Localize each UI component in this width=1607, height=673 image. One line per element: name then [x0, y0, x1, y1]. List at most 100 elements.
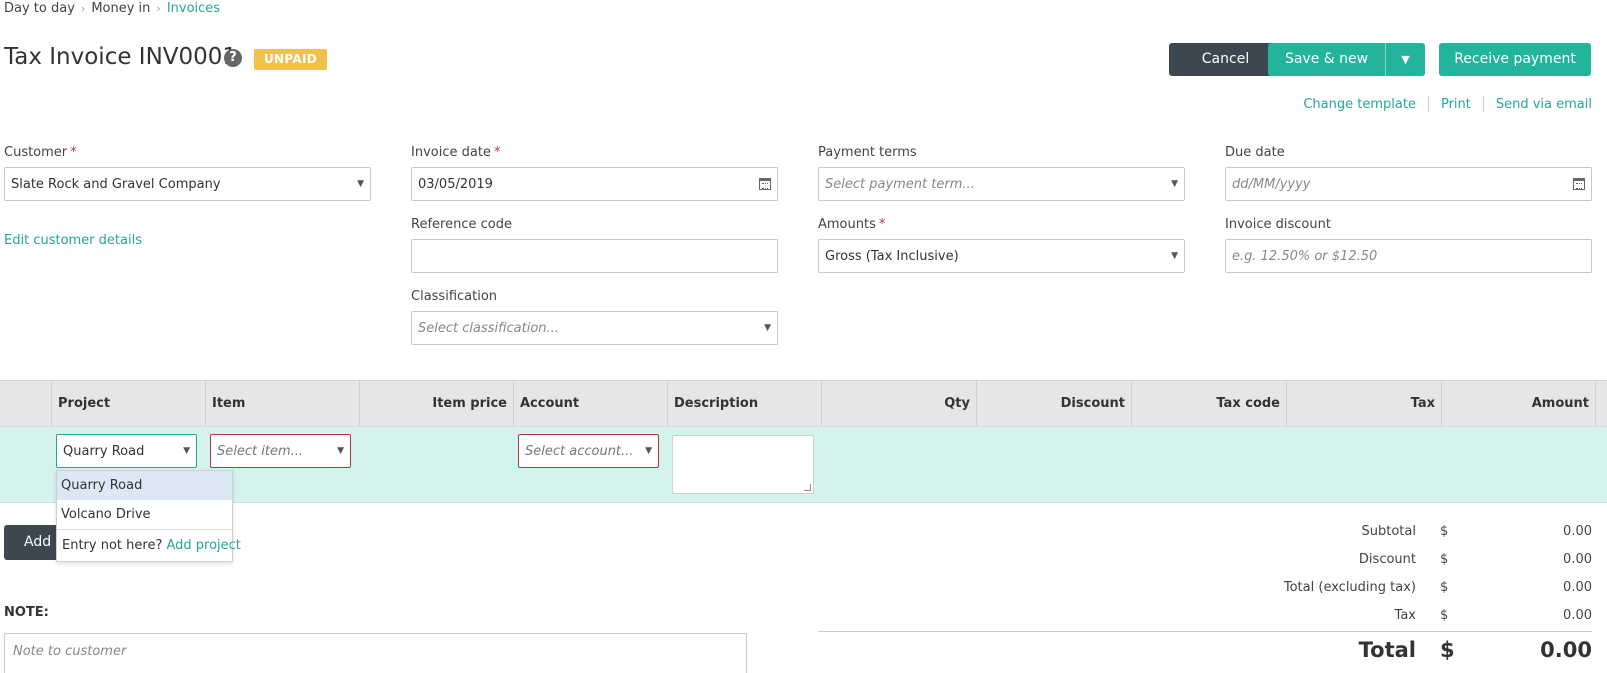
amounts-label: Amounts * — [818, 217, 886, 232]
col-tax-code: Tax code — [1131, 381, 1286, 426]
save-new-button[interactable]: Save & new — [1268, 43, 1385, 76]
item-select[interactable]: Select item... ▼ — [210, 434, 351, 468]
invoice-discount-placeholder: e.g. 12.50% or $12.50 — [1232, 248, 1378, 264]
grand-total-row: Total $ 0.00 — [842, 638, 1592, 662]
calendar-icon[interactable] — [759, 178, 771, 190]
item-placeholder: Select item... — [217, 443, 304, 459]
col-tax: Tax — [1286, 381, 1441, 426]
note-textarea[interactable]: Note to customer — [4, 633, 747, 673]
payment-terms-placeholder: Select payment term... — [825, 176, 975, 192]
total-excl-tax-value: 0.00 — [1563, 580, 1592, 595]
col-item-price: Item price — [359, 381, 513, 426]
col-discount: Discount — [976, 381, 1131, 426]
header-links: Change template Print Send via email — [1291, 96, 1592, 112]
note-placeholder: Note to customer — [13, 644, 127, 659]
amounts-select[interactable]: Gross (Tax Inclusive) ▼ — [818, 239, 1185, 273]
breadcrumb-day-to-day[interactable]: Day to day — [4, 1, 75, 16]
currency-symbol: $ — [1440, 552, 1449, 567]
note-label: NOTE: — [4, 605, 49, 620]
currency-symbol: $ — [1440, 638, 1455, 662]
breadcrumb-invoices[interactable]: Invoices — [167, 1, 220, 16]
col-item: Item — [205, 381, 359, 426]
tax-value: 0.00 — [1563, 608, 1592, 623]
total-excl-tax-row: Total (excluding tax) $ 0.00 — [842, 580, 1592, 595]
col-account: Account — [513, 381, 667, 426]
dropdown-footer: Entry not here? Add project — [57, 529, 241, 561]
discount-value: 0.00 — [1563, 552, 1592, 567]
status-badge: UNPAID — [254, 49, 327, 70]
total-label: Total — [1358, 638, 1416, 662]
caret-down-icon: ▼ — [645, 446, 652, 456]
breadcrumb-money-in[interactable]: Money in — [91, 1, 150, 16]
classification-placeholder: Select classification... — [418, 320, 559, 336]
calendar-icon[interactable] — [1573, 178, 1585, 190]
entry-not-here-text: Entry not here? — [62, 538, 163, 553]
tax-label: Tax — [1394, 608, 1416, 623]
help-icon[interactable]: ? — [224, 49, 242, 67]
dropdown-option-volcano-drive[interactable]: Volcano Drive — [57, 500, 232, 529]
col-amount: Amount — [1441, 381, 1596, 426]
receive-payment-button[interactable]: Receive payment — [1439, 43, 1591, 76]
chevron-right-icon: › — [80, 2, 86, 15]
subtotal-label: Subtotal — [1361, 524, 1416, 539]
print-link[interactable]: Print — [1429, 97, 1483, 112]
total-excl-tax-label: Total (excluding tax) — [1283, 580, 1416, 595]
chevron-right-icon: › — [156, 2, 161, 15]
customer-value: Slate Rock and Gravel Company — [11, 176, 221, 192]
invoice-date-input[interactable]: 03/05/2019 — [411, 167, 778, 201]
caret-down-icon: ▼ — [1171, 251, 1178, 261]
subtotal-row: Subtotal $ 0.00 — [842, 524, 1592, 539]
line-items-header: Project Item Item price Account Descript… — [0, 380, 1607, 427]
tax-row: Tax $ 0.00 — [842, 608, 1592, 623]
due-date-placeholder: dd/MM/yyyy — [1232, 176, 1311, 192]
discount-label: Discount — [1358, 552, 1416, 567]
save-new-group: Save & new ▼ — [1268, 43, 1425, 76]
caret-down-icon: ▼ — [1401, 53, 1410, 66]
discount-row: Discount $ 0.00 — [842, 552, 1592, 567]
payment-terms-label: Payment terms — [818, 145, 917, 160]
caret-down-icon: ▼ — [764, 323, 771, 333]
customer-label: Customer * — [4, 145, 77, 160]
caret-down-icon: ▼ — [337, 446, 344, 456]
invoice-discount-label: Invoice discount — [1225, 217, 1331, 232]
caret-down-icon: ▼ — [357, 179, 364, 189]
project-select[interactable]: Quarry Road ▼ — [56, 434, 197, 468]
col-qty: Qty — [821, 381, 976, 426]
classification-label: Classification — [411, 289, 498, 304]
total-value: 0.00 — [1540, 638, 1592, 662]
caret-down-icon: ▼ — [1171, 179, 1178, 189]
project-dropdown: Quarry Road Volcano Drive Entry not here… — [56, 470, 241, 562]
amounts-value: Gross (Tax Inclusive) — [825, 248, 959, 264]
description-textarea[interactable] — [672, 435, 814, 494]
account-select[interactable]: Select account... ▼ — [518, 434, 659, 468]
caret-down-icon: ▼ — [183, 446, 190, 456]
resize-handle-icon[interactable] — [804, 484, 811, 491]
invoice-date-label: Invoice date * — [411, 145, 501, 160]
currency-symbol: $ — [1440, 608, 1449, 623]
payment-terms-select[interactable]: Select payment term... ▼ — [818, 167, 1185, 201]
breadcrumb: Day to day › Money in › Invoices — [4, 1, 220, 16]
col-project: Project — [51, 381, 205, 426]
currency-symbol: $ — [1440, 580, 1449, 595]
col-description: Description — [667, 381, 821, 426]
dropdown-option-quarry-road[interactable]: Quarry Road — [57, 471, 232, 500]
totals-divider — [818, 631, 1592, 632]
invoice-discount-input[interactable]: e.g. 12.50% or $12.50 — [1225, 239, 1592, 273]
subtotal-value: 0.00 — [1563, 524, 1592, 539]
send-email-link[interactable]: Send via email — [1484, 97, 1592, 112]
save-options-dropdown[interactable]: ▼ — [1385, 43, 1425, 76]
edit-customer-link[interactable]: Edit customer details — [4, 233, 142, 248]
project-value: Quarry Road — [63, 443, 145, 459]
customer-select[interactable]: Slate Rock and Gravel Company ▼ — [4, 167, 371, 201]
page-title: Tax Invoice INV0001 — [4, 44, 238, 70]
due-date-input[interactable]: dd/MM/yyyy — [1225, 167, 1592, 201]
account-placeholder: Select account... — [525, 443, 634, 459]
classification-select[interactable]: Select classification... ▼ — [411, 311, 778, 345]
reference-input[interactable] — [411, 239, 778, 273]
add-project-link[interactable]: Add project — [166, 538, 240, 553]
invoice-date-value: 03/05/2019 — [418, 176, 493, 192]
reference-label: Reference code — [411, 217, 512, 232]
cancel-button[interactable]: Cancel — [1169, 43, 1282, 76]
change-template-link[interactable]: Change template — [1291, 97, 1428, 112]
due-date-label: Due date — [1225, 145, 1285, 160]
